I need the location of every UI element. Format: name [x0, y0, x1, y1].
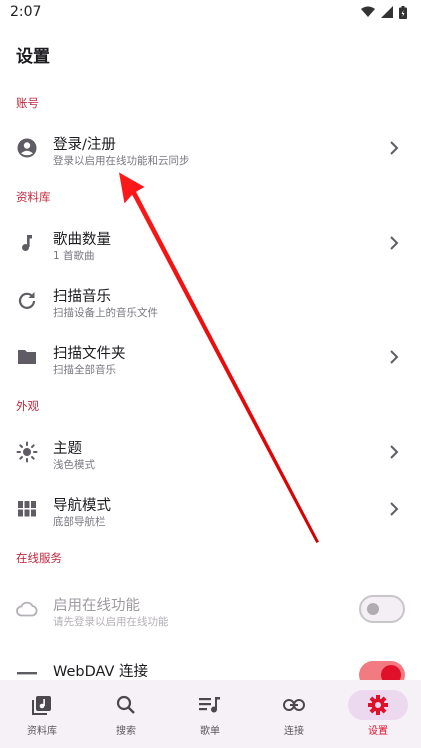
status-icons: [361, 5, 407, 19]
theme-row[interactable]: 主题 浅色模式: [0, 425, 421, 479]
nav-label: 搜索: [116, 726, 136, 737]
status-bar: 2:07: [0, 0, 421, 26]
nav-mode-subtitle: 底部导航栏: [53, 516, 106, 528]
search-icon: [96, 690, 156, 720]
online-features-subtitle: 请先登录以启用在线功能: [53, 616, 169, 628]
page-title: 设置: [16, 47, 50, 67]
scan-folder-subtitle: 扫描全部音乐: [53, 364, 116, 376]
scan-folder-row[interactable]: 扫描文件夹 扫描全部音乐: [0, 330, 421, 384]
scan-music-title: 扫描音乐: [53, 289, 111, 305]
chevron-right-icon: [390, 445, 399, 459]
song-count-subtitle: 1 首歌曲: [53, 250, 95, 262]
nav-search[interactable]: 搜索: [84, 680, 168, 748]
chevron-right-icon: [390, 502, 399, 516]
theme-title: 主题: [53, 441, 82, 457]
bottom-navigation: 资料库 搜索 歌单 连接 设置: [0, 680, 421, 748]
nav-label: 设置: [368, 726, 388, 737]
music-note-icon: [16, 232, 38, 254]
battery-icon: [399, 5, 407, 19]
song-count-title: 歌曲数量: [53, 232, 111, 248]
theme-subtitle: 浅色模式: [53, 459, 95, 471]
online-features-row[interactable]: 启用在线功能 请先登录以启用在线功能: [0, 582, 421, 636]
chevron-right-icon: [390, 141, 399, 155]
section-account: 账号: [16, 96, 39, 110]
scan-music-row[interactable]: 扫描音乐 扫描设备上的音乐文件: [0, 273, 421, 327]
gear-icon: [348, 690, 408, 720]
login-title: 登录/注册: [53, 137, 116, 153]
nav-playlist[interactable]: 歌单: [168, 680, 252, 748]
wifi-icon: [361, 6, 375, 17]
toggle-knob: [367, 603, 379, 615]
signal-icon: [381, 6, 393, 18]
login-row[interactable]: 登录/注册 登录以启用在线功能和云同步: [0, 121, 421, 175]
nav-label: 资料库: [27, 726, 57, 737]
nav-label: 连接: [284, 726, 304, 737]
scan-music-subtitle: 扫描设备上的音乐文件: [53, 307, 158, 319]
section-library: 资料库: [16, 190, 51, 204]
online-features-title: 启用在线功能: [53, 598, 140, 614]
song-count-row[interactable]: 歌曲数量 1 首歌曲: [0, 216, 421, 270]
webdav-title: WebDAV 连接: [53, 664, 149, 680]
login-subtitle: 登录以启用在线功能和云同步: [53, 155, 190, 167]
chevron-right-icon: [390, 350, 399, 364]
cloud-icon: [16, 598, 38, 620]
sun-icon: [16, 441, 38, 463]
scan-folder-title: 扫描文件夹: [53, 346, 126, 362]
playlist-icon: [180, 690, 240, 720]
status-time: 2:07: [10, 4, 42, 20]
section-online: 在线服务: [16, 551, 62, 565]
nav-label: 歌单: [200, 726, 220, 737]
chevron-right-icon: [390, 236, 399, 250]
nav-mode-title: 导航模式: [53, 498, 111, 514]
refresh-icon: [16, 289, 38, 311]
link-icon: [264, 690, 324, 720]
nav-library[interactable]: 资料库: [0, 680, 84, 748]
library-icon: [12, 690, 72, 720]
online-features-toggle[interactable]: [359, 595, 405, 623]
section-appearance: 外观: [16, 399, 39, 413]
folder-icon: [16, 346, 38, 368]
account-circle-icon: [16, 137, 38, 159]
grid-icon: [16, 498, 38, 520]
nav-mode-row[interactable]: 导航模式 底部导航栏: [0, 482, 421, 536]
nav-settings[interactable]: 设置: [336, 680, 420, 748]
nav-link[interactable]: 连接: [252, 680, 336, 748]
